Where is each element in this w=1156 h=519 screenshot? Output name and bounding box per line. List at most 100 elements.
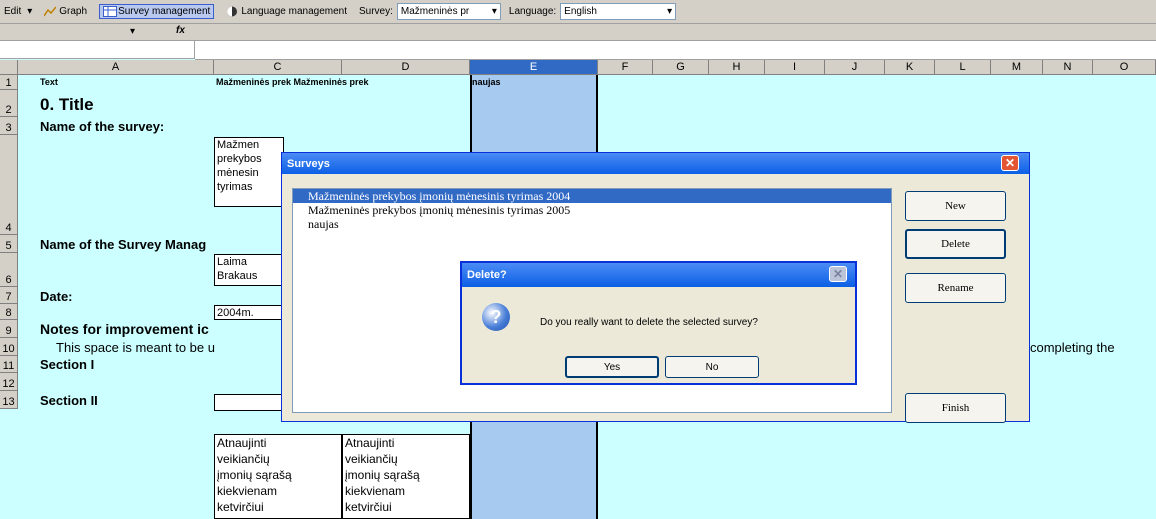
list-item[interactable]: Mažmeninės prekybos įmonių mėnesinis tyr…	[293, 203, 891, 217]
survey-selector: Survey: Mažmeninės pr ▾	[359, 3, 501, 20]
chevron-down-icon: ▾	[491, 6, 497, 17]
cell-space-text[interactable]: This space is meant to be u	[56, 340, 215, 355]
language-label: Language:	[508, 6, 557, 17]
column-header-o[interactable]: O	[1093, 60, 1156, 75]
survey-management-label: Survey management	[118, 6, 211, 17]
cell-line: Brakaus	[217, 270, 258, 282]
cell-line: kiekvienam	[217, 484, 278, 498]
table-icon	[103, 6, 118, 17]
name-box-dropdown-icon[interactable]: ▾	[130, 26, 135, 37]
cell-section2-d[interactable]: Atnaujinti veikiančių įmonių sąrašą kiek…	[342, 434, 470, 519]
rename-button[interactable]: Rename	[905, 273, 1006, 303]
finish-button[interactable]: Finish	[905, 393, 1006, 423]
list-item[interactable]: naujas	[293, 217, 891, 231]
graph-button[interactable]: Graph	[40, 4, 91, 19]
select-all-corner[interactable]	[0, 60, 18, 75]
survey-select-value: Mažmeninės pr	[400, 6, 470, 17]
yes-button[interactable]: Yes	[565, 356, 659, 378]
no-button[interactable]: No	[665, 356, 759, 378]
column-header-g[interactable]: G	[653, 60, 709, 75]
column-header-e[interactable]: E	[470, 60, 598, 75]
chevron-down-icon: ▾	[667, 6, 673, 17]
delete-dialog-titlebar[interactable]: Delete?	[462, 263, 855, 287]
cell-completing-text[interactable]: completing the	[1030, 340, 1115, 355]
language-select-value: English	[564, 6, 597, 17]
column-header-n[interactable]: N	[1043, 60, 1093, 75]
cell-a1[interactable]: Text	[40, 77, 58, 87]
row-header[interactable]: 8	[0, 304, 18, 320]
row-header[interactable]: 1	[0, 75, 18, 90]
column-header-l[interactable]: L	[935, 60, 991, 75]
cell-manager-name[interactable]: Laima Brakaus	[214, 254, 284, 286]
close-icon[interactable]: ✕	[1001, 155, 1019, 171]
formula-input[interactable]	[195, 41, 1156, 60]
cell-line: Mažmen	[217, 139, 260, 151]
cell-line: įmonių sąrašą	[217, 468, 292, 482]
cell-c12[interactable]	[214, 394, 284, 411]
cell-line: Atnaujinti	[217, 436, 267, 450]
language-management-button[interactable]: Language management	[222, 4, 351, 19]
cell-line: veikiančių	[217, 452, 270, 466]
graph-icon	[43, 6, 57, 17]
toolbar: Edit ▾ Graph Survey management Language …	[0, 0, 1156, 24]
survey-management-button[interactable]: Survey management	[99, 4, 215, 19]
delete-dialog-message: Do you really want to delete the selecte…	[540, 317, 758, 328]
new-button[interactable]: New	[905, 191, 1006, 221]
column-header-f[interactable]: F	[598, 60, 653, 75]
cell-line: ketvirčiui	[217, 500, 264, 514]
row-header[interactable]: 6	[0, 253, 18, 287]
cell-line: ketvirčiui	[345, 500, 392, 514]
cell-line: Atnaujinti	[345, 436, 395, 450]
survey-select[interactable]: Mažmeninės pr ▾	[396, 3, 501, 20]
row-header[interactable]: 3	[0, 117, 18, 135]
cell-line: veikiančių	[345, 452, 398, 466]
list-item[interactable]: Mažmeninės prekybos įmonių mėnesinis tyr…	[293, 189, 891, 203]
row-header[interactable]: 4	[0, 135, 18, 235]
cell-survey-name[interactable]: Mažmen prekybos mėnesin tyrimas	[214, 137, 284, 207]
column-header-i[interactable]: I	[765, 60, 825, 75]
column-header-k[interactable]: K	[885, 60, 935, 75]
surveys-dialog-titlebar[interactable]: Surveys	[282, 153, 1029, 174]
cell-name-of-manager[interactable]: Name of the Survey Manag	[40, 237, 206, 252]
row-header[interactable]: 7	[0, 287, 18, 304]
cell-date-label[interactable]: Date:	[40, 289, 73, 304]
fx-icon[interactable]: fx	[176, 25, 185, 36]
row-header[interactable]: 11	[0, 356, 18, 373]
cell-section-2[interactable]: Section II	[40, 393, 98, 408]
cell-name-of-survey[interactable]: Name of the survey:	[40, 119, 164, 134]
cell-date[interactable]: 2004m.	[214, 305, 284, 320]
cell-e1[interactable]: naujas	[472, 77, 501, 87]
question-icon: ?	[482, 303, 510, 331]
cell-section2-c[interactable]: Atnaujinti veikiančių įmonių sąrašą kiek…	[214, 434, 342, 519]
delete-button[interactable]: Delete	[905, 229, 1006, 259]
column-header-m[interactable]: M	[991, 60, 1043, 75]
close-icon[interactable]: ✕	[829, 266, 847, 282]
survey-label: Survey:	[358, 6, 393, 17]
column-headers: A C D E F G H I J K L M N O	[0, 60, 1156, 75]
row-header[interactable]: 5	[0, 235, 18, 253]
delete-dialog-title: Delete?	[467, 269, 507, 281]
edit-label: Edit	[4, 6, 22, 17]
cell-line: kiekvienam	[345, 484, 406, 498]
row-header[interactable]: 13	[0, 391, 18, 409]
edit-menu[interactable]: Edit ▾	[4, 6, 32, 17]
column-header-d[interactable]: D	[342, 60, 470, 75]
row-header[interactable]: 12	[0, 373, 18, 391]
dropdown-arrow-icon[interactable]: ▾	[27, 6, 32, 17]
column-header-a[interactable]: A	[18, 60, 214, 75]
column-header-j[interactable]: J	[825, 60, 885, 75]
row-header[interactable]: 9	[0, 320, 18, 338]
language-selector: Language: English ▾	[508, 3, 677, 20]
language-management-label: Language management	[241, 6, 347, 17]
row-header[interactable]: 10	[0, 338, 18, 356]
column-header-h[interactable]: H	[709, 60, 765, 75]
cell-c1-d1[interactable]: Mažmeninės prek Mažmeninės prek	[216, 77, 369, 87]
cell-section-1[interactable]: Section I	[40, 357, 94, 372]
name-box[interactable]	[0, 41, 195, 59]
language-select[interactable]: English ▾	[560, 3, 677, 20]
cell-notes-label[interactable]: Notes for improvement ic	[40, 321, 209, 337]
cell-title[interactable]: 0. Title	[40, 95, 94, 115]
row-header[interactable]: 2	[0, 90, 18, 117]
column-header-c[interactable]: C	[214, 60, 342, 75]
surveys-dialog-title: Surveys	[287, 157, 330, 170]
